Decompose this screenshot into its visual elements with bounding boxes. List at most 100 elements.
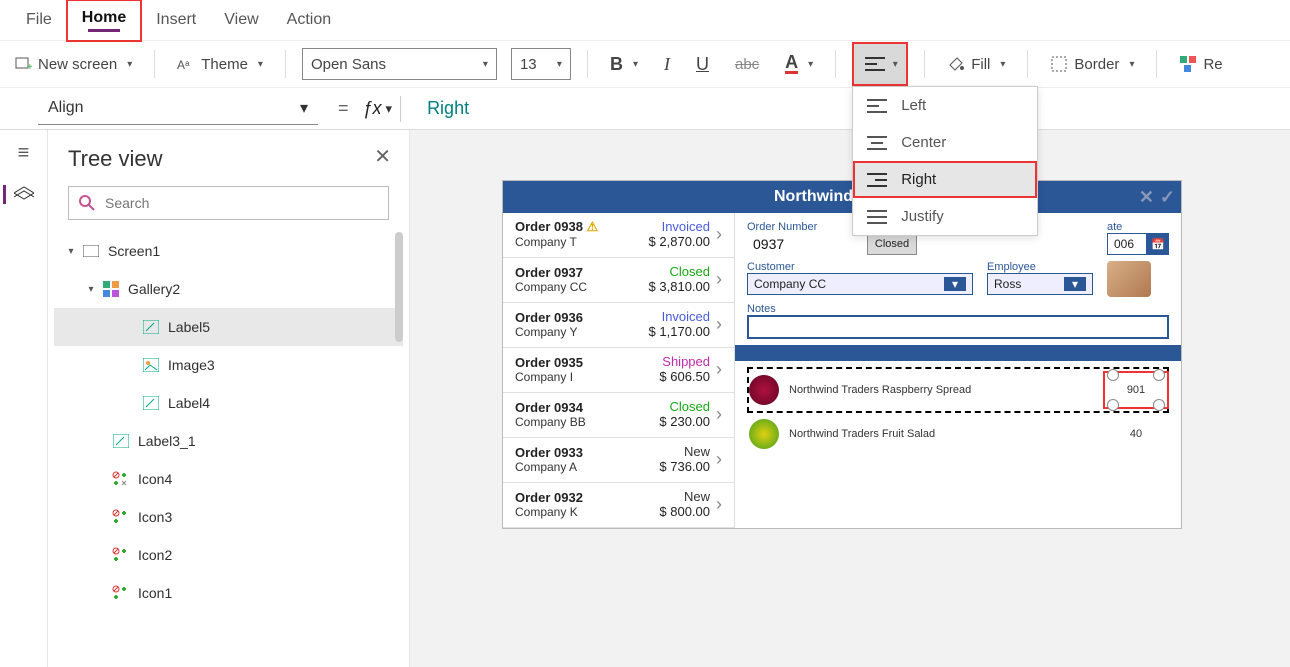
fill-label: Fill (971, 56, 990, 73)
bold-icon: B (610, 54, 623, 75)
icon-group-icon (112, 470, 130, 488)
border-icon (1050, 55, 1068, 73)
chevron-right-icon: › (716, 269, 722, 290)
tree-label: Screen1 (108, 243, 160, 259)
property-value: Align (48, 99, 84, 117)
theme-button[interactable]: Aᵃ Theme▾ (171, 51, 269, 77)
notes-input[interactable] (747, 315, 1169, 339)
workspace: ≡ Tree view ✕ ▾Screen1 ▾Gallery2 Label5 … (0, 130, 1290, 667)
underline-button[interactable]: U (690, 50, 715, 79)
quantity-label-selected[interactable]: 901 (1105, 373, 1167, 407)
tree-label: Icon2 (138, 547, 172, 563)
align-center-icon (867, 135, 887, 151)
font-family-select[interactable]: Open Sans▾ (302, 48, 497, 80)
tree-node-icon3[interactable]: Icon3 (54, 498, 403, 536)
order-row[interactable]: Order 0932Company K New$ 800.00 › (503, 483, 734, 528)
product-thumb (749, 375, 779, 405)
font-color-button[interactable]: A▾ (779, 51, 819, 78)
theme-icon: Aᵃ (177, 55, 195, 73)
italic-button[interactable]: I (658, 50, 676, 79)
tree-scrollbar[interactable] (395, 232, 403, 342)
tree-node-screen1[interactable]: ▾Screen1 (54, 232, 403, 270)
menu-file[interactable]: File (12, 3, 66, 37)
menu-home-label: Home (82, 9, 126, 26)
tree-label: Image3 (168, 357, 215, 373)
order-row[interactable]: Order 0935Company I Shipped$ 606.50 › (503, 348, 734, 393)
menu-bar: File Home Insert View Action (0, 0, 1290, 40)
property-select[interactable]: Align▾ (38, 93, 318, 125)
label-icon (142, 394, 160, 412)
order-row[interactable]: Order 0934Company BB Closed$ 230.00 › (503, 393, 734, 438)
line-item[interactable]: Northwind Traders Raspberry Spread 901 (747, 367, 1169, 413)
tree-node-label5[interactable]: Label5 (54, 308, 403, 346)
new-screen-label: New screen (38, 56, 117, 73)
tree-label: Icon4 (138, 471, 172, 487)
reorder-label: Re (1203, 56, 1222, 73)
customer-select[interactable]: Company CC▾ (747, 273, 973, 295)
chevron-right-icon: › (716, 449, 722, 470)
align-right-icon (867, 172, 887, 188)
label-icon (142, 318, 160, 336)
chevron-right-icon: › (716, 359, 722, 380)
reorder-button[interactable]: Re (1173, 51, 1228, 77)
menu-insert[interactable]: Insert (142, 3, 210, 37)
fx-chevron[interactable]: ▾ (386, 101, 393, 117)
icon-group-icon (112, 546, 130, 564)
tree-node-icon4[interactable]: Icon4 (54, 460, 403, 498)
hamburger-icon[interactable]: ≡ (18, 142, 30, 165)
fill-button[interactable]: Fill▾ (941, 51, 1011, 77)
image-icon (142, 356, 160, 374)
canvas: Northwind Orders ✕ ✓ Order 0938 ⚠Company… (410, 130, 1290, 667)
tree-search[interactable] (68, 186, 389, 220)
align-justify-label: Justify (901, 208, 944, 225)
value-order-number: 0937 (747, 233, 853, 255)
tree-node-gallery2[interactable]: ▾Gallery2 (54, 270, 403, 308)
align-justify-option[interactable]: Justify (853, 198, 1037, 235)
order-row[interactable]: Order 0933Company A New$ 736.00 › (503, 438, 734, 483)
section-divider (735, 345, 1181, 361)
order-row[interactable]: Order 0937Company CC Closed$ 3,810.00 › (503, 258, 734, 303)
tree-node-image3[interactable]: Image3 (54, 346, 403, 384)
align-right-option[interactable]: Right (853, 161, 1037, 198)
tree-node-icon2[interactable]: Icon2 (54, 536, 403, 574)
header-close-icon[interactable]: ✕ (1139, 187, 1154, 208)
tree-node-icon1[interactable]: Icon1 (54, 574, 403, 612)
icon-group-icon (112, 508, 130, 526)
close-tree-button[interactable]: ✕ (374, 144, 391, 169)
tree-view-rail-icon[interactable] (3, 185, 34, 204)
menu-action[interactable]: Action (273, 3, 345, 37)
label-date: ate (1107, 221, 1169, 233)
order-row[interactable]: Order 0938 ⚠Company T Invoiced$ 2,870.00… (503, 213, 734, 258)
bold-button[interactable]: B▾ (604, 50, 644, 79)
font-size-select[interactable]: 13▾ (511, 48, 571, 80)
employee-select[interactable]: Ross▾ (987, 273, 1093, 295)
order-detail: Order Number0937 Order StatusClosed ate0… (735, 213, 1181, 528)
line-item[interactable]: Northwind Traders Fruit Salad 40 (747, 413, 1169, 455)
tree-node-label4[interactable]: Label4 (54, 384, 403, 422)
tree-search-input[interactable] (103, 194, 378, 212)
new-screen-button[interactable]: + New screen▾ (8, 51, 138, 77)
chevron-right-icon: › (716, 224, 722, 245)
text-align-button[interactable]: ▾ (852, 42, 908, 86)
align-menu: Left Center Right Justify (852, 86, 1038, 236)
date-picker-icon[interactable]: 📅 (1147, 233, 1169, 255)
border-button[interactable]: Border▾ (1044, 51, 1140, 77)
svg-text:Aᵃ: Aᵃ (177, 58, 190, 72)
chevron-down-icon: ▾ (1064, 277, 1086, 291)
tree-node-label3-1[interactable]: Label3_1 (54, 422, 403, 460)
menu-home[interactable]: Home (66, 0, 142, 42)
align-left-option[interactable]: Left (853, 87, 1037, 124)
product-name: Northwind Traders Fruit Salad (789, 428, 1095, 440)
font-size-value: 13 (520, 56, 537, 73)
menu-view[interactable]: View (210, 3, 272, 37)
tree-view-title: Tree view (68, 146, 389, 172)
formula-value[interactable]: Right (409, 98, 469, 119)
chevron-right-icon: › (716, 314, 722, 335)
app-preview: Northwind Orders ✕ ✓ Order 0938 ⚠Company… (502, 180, 1182, 529)
tree-label: Label5 (168, 319, 210, 335)
order-row[interactable]: Order 0936Company Y Invoiced$ 1,170.00 › (503, 303, 734, 348)
header-check-icon[interactable]: ✓ (1160, 187, 1175, 208)
align-center-option[interactable]: Center (853, 124, 1037, 161)
value-date[interactable]: 006 (1107, 233, 1147, 255)
strike-button[interactable]: abc (729, 52, 765, 77)
